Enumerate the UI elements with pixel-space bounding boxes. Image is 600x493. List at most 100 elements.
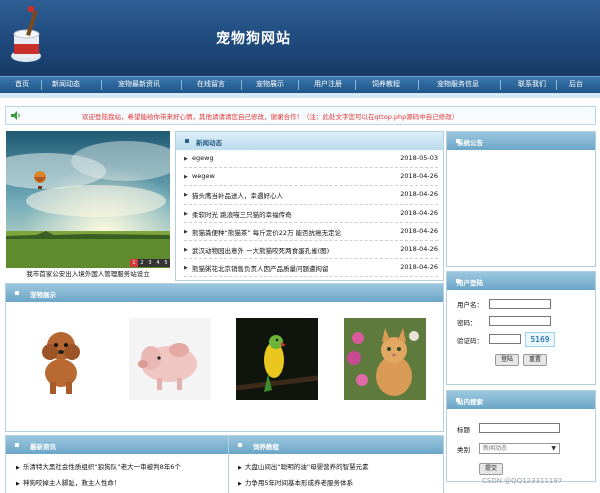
notice-bar: 欢迎登陆我站，希望能给你带来好心情，其他请请请您自己修改，谢谢合作！（注：此处文… bbox=[5, 106, 596, 125]
chevron-down-icon: ▼ bbox=[551, 445, 556, 452]
nav-separator bbox=[101, 80, 102, 90]
captcha-image[interactable]: 5169 bbox=[525, 332, 555, 347]
latest-news-item[interactable]: ▶ 神狗咬掉主人脚趾，救主人性命！ bbox=[16, 477, 120, 487]
nav-separator bbox=[556, 80, 557, 90]
password-input[interactable] bbox=[489, 316, 551, 326]
news-title[interactable]: wegew bbox=[192, 172, 215, 180]
news-row[interactable]: ▶ egewg 2018-05-03 bbox=[184, 150, 438, 169]
news-row[interactable]: ▶ 熊猫粥花北京销售负责人因产品质量问题遭拘留 2018-04-26 bbox=[184, 259, 438, 278]
bullet-icon: ▶ bbox=[184, 265, 188, 272]
search-submit-button[interactable]: 提交 bbox=[479, 463, 503, 475]
search-title-label: 标题 bbox=[457, 426, 470, 434]
username-input[interactable] bbox=[489, 299, 551, 309]
tutorial-item[interactable]: ▶ 力争用5年时间基本形成养老服务体系 bbox=[238, 477, 353, 487]
news-row[interactable]: ▶ 熊猫粪便种“熊猫茶” 每斤定价22万 能否抗癌无定论 2018-04-26 bbox=[184, 223, 438, 241]
system-notice-title: 系统公告 bbox=[457, 139, 483, 147]
nav-item-news[interactable]: 新闻动态 bbox=[52, 79, 80, 89]
tutorial-header: 饲养教程 bbox=[229, 436, 443, 454]
news-panel-header: 新闻动态 bbox=[176, 132, 443, 150]
news-row[interactable]: ▶ 柔软时光 跳浪喵三只猫的幸福传奇 2018-04-26 bbox=[184, 205, 438, 223]
bullet-icon: ▶ bbox=[184, 210, 188, 217]
news-row[interactable]: ▶ 武汉动物园出意外 一大熊猫咬死两食蛋孔雀(图) 2018-04-26 bbox=[184, 241, 438, 260]
latest-news-header: 最新资讯 bbox=[6, 436, 236, 454]
nav-item-admin[interactable]: 后台 bbox=[569, 79, 583, 89]
slideshow-image[interactable] bbox=[6, 131, 170, 268]
tutorial-title: 饲养教程 bbox=[253, 443, 279, 451]
nav-item-contact[interactable]: 联系我们 bbox=[518, 79, 546, 89]
latest-news-text[interactable]: 神狗咬掉主人脚趾，救主人性命！ bbox=[23, 479, 121, 487]
slideshow-page-5[interactable]: 5 bbox=[162, 259, 170, 267]
news-title[interactable]: 猫头鹰当补品送人，幸遇好心人 bbox=[192, 190, 283, 200]
csdn-watermark: CSDN @QQ123311197 bbox=[482, 477, 563, 485]
news-list: ▶ egewg 2018-05-03 ▶ wegew 2018-04-26 ▶ 猫头鹰当补… bbox=[184, 150, 438, 278]
slideshow-page-4[interactable]: 4 bbox=[154, 259, 162, 267]
tutorial-text[interactable]: 力争用5年时间基本形成养老服务体系 bbox=[245, 479, 353, 487]
bullet-icon: ▶ bbox=[184, 156, 188, 162]
nav-item-register[interactable]: 用户注册 bbox=[314, 79, 342, 89]
search-panel: 站内搜索 bbox=[446, 390, 596, 482]
paint-bucket-logo-icon bbox=[11, 6, 41, 62]
search-header: 站内搜索 bbox=[447, 391, 595, 409]
search-category-label: 类别 bbox=[457, 446, 470, 454]
nav-separator bbox=[241, 80, 242, 90]
nav-separator bbox=[298, 80, 299, 90]
pet-show-header: 宠物展示 bbox=[6, 284, 443, 302]
news-date: 2018-04-26 bbox=[400, 190, 438, 199]
login-panel: 用户登陆 bbox=[446, 271, 596, 385]
news-title[interactable]: 武汉动物园出意外 一大熊猫咬死两食蛋孔雀(图) bbox=[192, 245, 329, 255]
nav-separator bbox=[355, 80, 356, 90]
news-title[interactable]: 熊猫粪便种“熊猫茶” 每斤定价22万 能否抗癌无定论 bbox=[192, 227, 341, 237]
notice-text: 欢迎登陆我站，希望能给你带来好心情，其他请请请您自己修改，谢谢合作！（注：此处文… bbox=[82, 113, 459, 121]
news-date: 2018-04-26 bbox=[400, 172, 438, 181]
slideshow-page-1[interactable]: 1 bbox=[130, 259, 138, 267]
system-notice-header: 系统公告 bbox=[447, 132, 595, 150]
slideshow-caption[interactable]: 我市首家公安出入境外国人管理服务站设立 bbox=[6, 268, 170, 278]
password-label: 密码： bbox=[457, 319, 477, 327]
bullet-icon: ▶ bbox=[16, 481, 20, 487]
news-title[interactable]: egewg bbox=[192, 154, 214, 162]
news-row[interactable]: ▶ wegew 2018-04-26 bbox=[184, 168, 438, 187]
nav-separator bbox=[181, 80, 182, 90]
search-title: 站内搜索 bbox=[457, 398, 483, 406]
nav-item-pet-news[interactable]: 宠物最新资讯 bbox=[118, 79, 160, 89]
news-row[interactable]: ▶ 猫头鹰当补品送人，幸遇好心人 2018-04-26 bbox=[184, 186, 438, 205]
news-title[interactable]: 柔软时光 跳浪喵三只猫的幸福传奇 bbox=[192, 209, 292, 219]
reset-button[interactable]: 重置 bbox=[523, 354, 547, 366]
news-date: 2018-04-26 bbox=[400, 244, 438, 253]
news-date: 2018-05-03 bbox=[400, 154, 438, 162]
bullet-icon: ▶ bbox=[184, 246, 188, 253]
nav-item-guestbook[interactable]: 在线留言 bbox=[197, 79, 225, 89]
tutorial-text[interactable]: 大盘山间出“聪明的油”母婴营养的智慧元素 bbox=[245, 463, 369, 471]
latest-news-item[interactable]: ▶ 乐清特大黑社会性质组织“狼狗队”老大一审被判8年6个 bbox=[16, 461, 181, 471]
panel-marker-icon bbox=[185, 139, 189, 143]
nav-separator bbox=[41, 80, 42, 90]
panel-marker-icon bbox=[238, 443, 242, 447]
nav-separator bbox=[418, 80, 419, 90]
login-button[interactable]: 登陆 bbox=[495, 354, 519, 366]
bullet-icon: ▶ bbox=[184, 174, 188, 181]
search-category-select[interactable]: 新闻动态 ▼ bbox=[479, 443, 560, 454]
captcha-input[interactable] bbox=[489, 334, 521, 344]
pet-image-parrot[interactable] bbox=[236, 318, 318, 400]
bullet-icon: ▶ bbox=[238, 481, 242, 487]
tutorial-item[interactable]: ▶ 大盘山间出“聪明的油”母婴营养的智慧元素 bbox=[238, 461, 369, 471]
panel-marker-icon bbox=[15, 291, 19, 295]
news-date: 2018-04-26 bbox=[400, 226, 438, 235]
nav-item-pet-show[interactable]: 宠物展示 bbox=[256, 79, 284, 89]
nav-item-home[interactable]: 首页 bbox=[15, 79, 29, 89]
nav-item-tutorial[interactable]: 饲养教程 bbox=[372, 79, 400, 89]
pet-image-poodle[interactable] bbox=[20, 318, 102, 400]
site-header: 宠物狗网站 bbox=[0, 0, 600, 76]
news-title[interactable]: 熊猫粥花北京销售负责人因产品质量问题遭拘留 bbox=[192, 263, 329, 273]
pet-image-piglet[interactable] bbox=[129, 318, 211, 400]
slideshow-page-3[interactable]: 3 bbox=[146, 259, 154, 267]
slideshow-page-2[interactable]: 2 bbox=[138, 259, 146, 267]
panel-marker-icon bbox=[15, 443, 19, 447]
latest-news-text[interactable]: 乐清特大黑社会性质组织“狼狗队”老大一审被判8年6个 bbox=[23, 463, 181, 471]
main-nav: 首页 新闻动态 宠物最新资讯 在线留言 宠物展示 用户注册 饲养教程 宠物服务信… bbox=[0, 76, 600, 93]
pet-image-kitten[interactable] bbox=[344, 318, 426, 400]
search-title-input[interactable] bbox=[479, 423, 560, 433]
nav-item-services[interactable]: 宠物服务信息 bbox=[437, 79, 479, 89]
news-date: 2018-04-26 bbox=[400, 208, 438, 217]
bullet-icon: ▶ bbox=[16, 465, 20, 471]
